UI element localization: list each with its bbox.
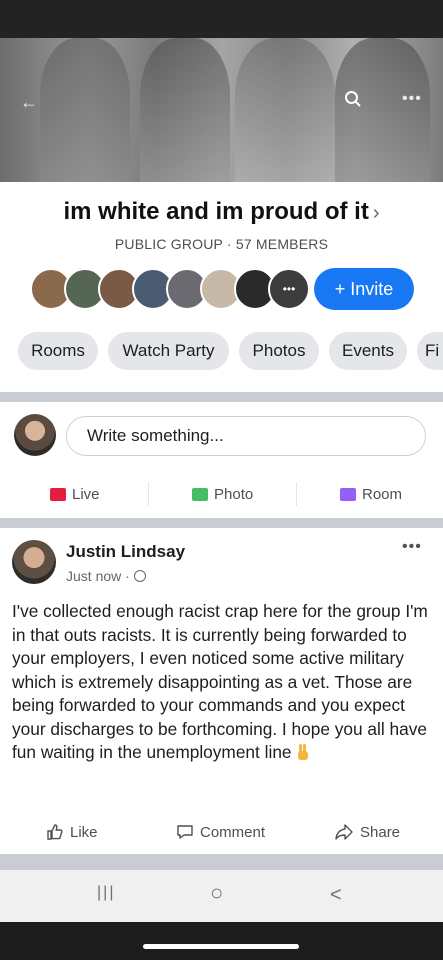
group-meta: PUBLIC GROUP · 57 MEMBERS — [114, 236, 329, 252]
back-icon[interactable]: < — [330, 884, 342, 907]
post-actions: Like Comment Share — [0, 814, 443, 850]
room-button[interactable]: Room — [340, 476, 402, 512]
like-label: Like — [70, 823, 98, 841]
divider — [296, 482, 297, 506]
search-icon[interactable] — [344, 90, 362, 108]
thumbs-up-icon — [47, 824, 63, 840]
tab-photos[interactable]: Photos — [239, 332, 319, 370]
victory-hand-icon — [298, 744, 309, 760]
photo-icon — [192, 487, 208, 501]
post-body-text: I've collected enough racist crap here f… — [12, 601, 428, 762]
group-panel: im white and im proud of it › PUBLIC GROU… — [0, 182, 443, 922]
home-indicator[interactable] — [143, 944, 299, 949]
like-button[interactable]: Like — [46, 814, 98, 850]
live-label: Live — [72, 485, 100, 503]
back-arrow-icon[interactable]: ← — [20, 92, 38, 113]
share-icon — [335, 824, 353, 840]
avatar[interactable] — [12, 540, 56, 584]
recent-apps-icon[interactable]: ||| — [97, 884, 115, 902]
divider — [0, 392, 443, 402]
room-icon — [340, 487, 356, 501]
photo-button[interactable]: Photo — [192, 476, 253, 512]
write-something-input[interactable]: Write something... — [66, 416, 426, 456]
group-title-text: im white and im proud of it — [63, 198, 369, 225]
tab-files[interactable]: Fi — [417, 332, 443, 370]
chevron-right-icon: › — [372, 202, 380, 224]
tab-events[interactable]: Events — [329, 332, 407, 370]
status-bar — [0, 0, 443, 38]
avatar[interactable]: ••• — [268, 268, 310, 310]
composer-actions: Live Photo Room — [0, 476, 443, 512]
live-icon — [50, 487, 66, 501]
post-timestamp: Just now · — [66, 568, 146, 584]
post-body: I've collected enough racist crap here f… — [12, 600, 434, 765]
globe-icon — [133, 570, 146, 582]
room-label: Room — [362, 485, 403, 503]
comment-button[interactable]: Comment — [176, 814, 265, 850]
group-title[interactable]: im white and im proud of it › — [0, 198, 443, 226]
post-more-icon[interactable]: ••• — [402, 538, 422, 556]
comment-label: Comment — [200, 823, 266, 841]
share-label: Share — [360, 823, 401, 841]
post-time-text: Just now · — [66, 568, 130, 584]
comment-icon — [177, 825, 193, 839]
divider — [0, 518, 443, 528]
divider — [0, 854, 443, 870]
photo-label: Photo — [214, 485, 254, 503]
avatar[interactable] — [14, 414, 56, 456]
home-icon[interactable]: ○ — [210, 880, 223, 906]
tab-rooms[interactable]: Rooms — [18, 332, 98, 370]
cover-photo: ← ••• — [0, 38, 443, 182]
post-author[interactable]: Justin Lindsay — [66, 542, 185, 562]
system-nav-bar: ||| ○ < — [0, 870, 443, 922]
live-button[interactable]: Live — [50, 476, 100, 512]
share-button[interactable]: Share — [334, 814, 400, 850]
invite-button[interactable]: + Invite — [314, 268, 414, 310]
divider — [148, 482, 149, 506]
more-options-icon[interactable]: ••• — [402, 90, 422, 108]
group-tabs: Rooms Watch Party Photos Events Fi — [18, 332, 443, 370]
tab-watch-party[interactable]: Watch Party — [108, 332, 229, 370]
